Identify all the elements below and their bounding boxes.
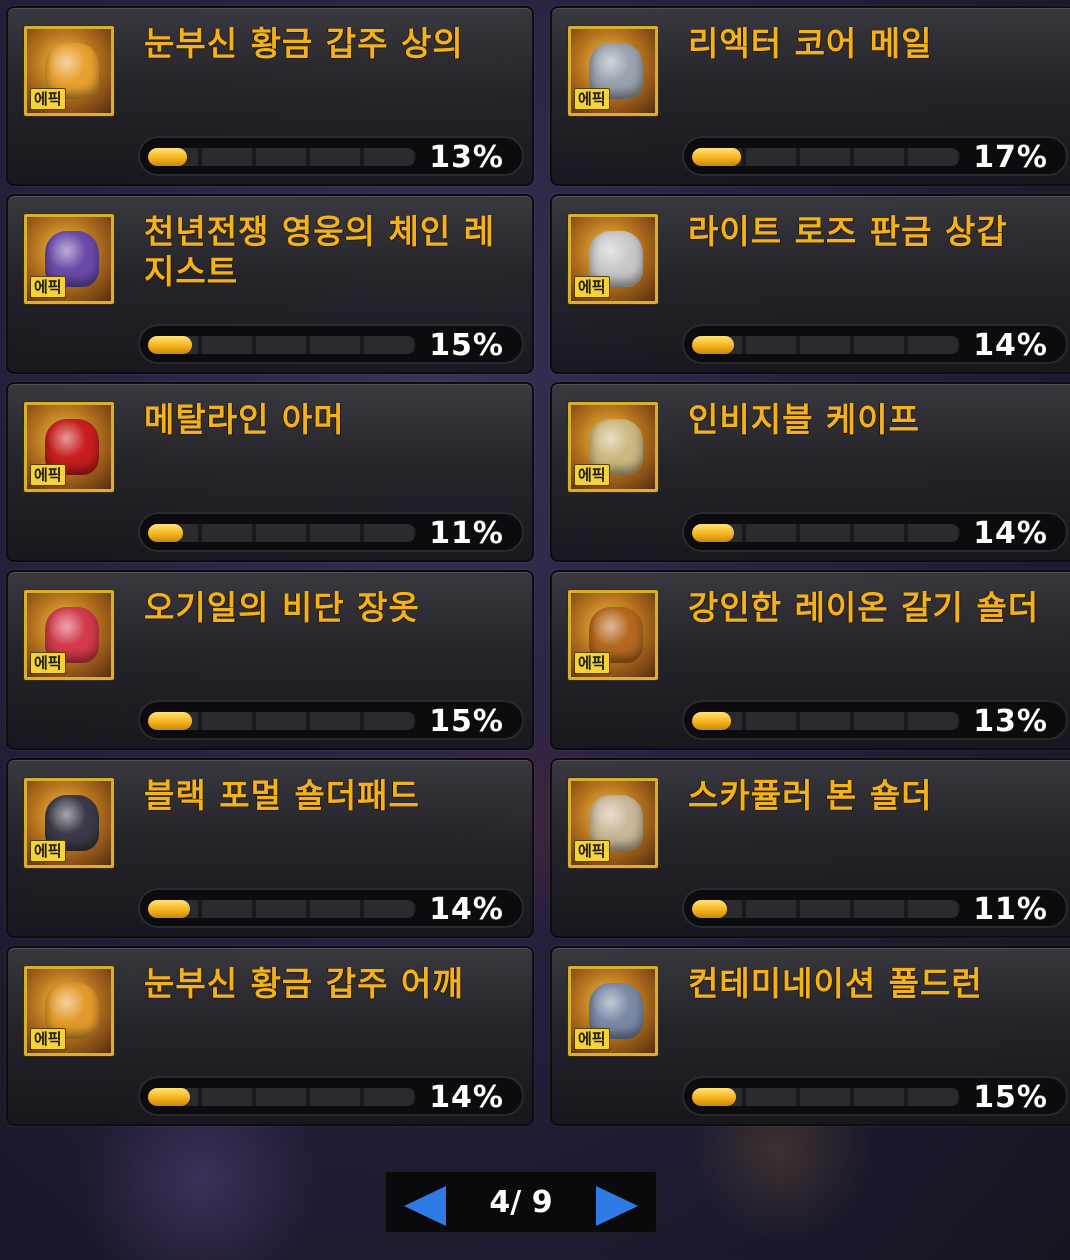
progress-fill	[148, 1088, 190, 1106]
metaline-armor-icon: 에픽	[24, 402, 114, 492]
item-name: 강인한 레이온 갈기 숄더	[688, 588, 1040, 627]
rarity-badge: 에픽	[574, 464, 610, 486]
page-indicator: 4/ 9	[489, 1185, 553, 1220]
progress-bar: 15%	[682, 1076, 1068, 1116]
progress-bar: 17%	[682, 136, 1068, 176]
silk-robe-icon: 에픽	[24, 590, 114, 680]
progress-fill	[692, 900, 727, 918]
mane-shoulder-icon: 에픽	[568, 590, 658, 680]
progress-bar: 11%	[138, 512, 524, 552]
item-name: 스카퓰러 본 숄더	[688, 776, 933, 815]
item-card[interactable]: 에픽 인비지블 케이프 14%	[550, 382, 1070, 562]
progress-fill	[692, 148, 741, 166]
golden-armor-shoulder-icon: 에픽	[24, 966, 114, 1056]
light-rose-plate-icon: 에픽	[568, 214, 658, 304]
item-name: 라이트 로즈 판금 상갑	[688, 212, 1008, 251]
rarity-badge: 에픽	[30, 464, 66, 486]
rarity-badge: 에픽	[30, 1028, 66, 1050]
rarity-badge: 에픽	[30, 88, 66, 110]
rarity-badge: 에픽	[574, 840, 610, 862]
chain-regist-icon: 에픽	[24, 214, 114, 304]
item-card[interactable]: 에픽 리엑터 코어 메일 17%	[550, 6, 1070, 186]
item-grid: 에픽 눈부신 황금 갑주 상의 13% 에픽 리엑터 코어 메일 17% 에픽 천년전쟁 영웅…	[0, 0, 1070, 1130]
progress-bar: 14%	[682, 324, 1068, 364]
progress-fill	[148, 900, 190, 918]
item-card[interactable]: 에픽 오기일의 비단 장옷 15%	[6, 570, 534, 750]
progress-fill	[692, 712, 731, 730]
rarity-badge: 에픽	[574, 1028, 610, 1050]
rarity-badge: 에픽	[30, 840, 66, 862]
reactor-core-mail-icon: 에픽	[568, 26, 658, 116]
progress-percent: 14%	[973, 516, 1048, 551]
progress-percent: 11%	[973, 892, 1048, 927]
progress-percent: 13%	[429, 140, 504, 175]
item-card[interactable]: 에픽 눈부신 황금 갑주 어깨 14%	[6, 946, 534, 1126]
rarity-badge: 에픽	[30, 276, 66, 298]
item-name: 오기일의 비단 장옷	[144, 588, 420, 627]
invisible-cape-icon: 에픽	[568, 402, 658, 492]
progress-fill	[148, 712, 192, 730]
progress-bar: 13%	[138, 136, 524, 176]
progress-percent: 14%	[429, 892, 504, 927]
progress-percent: 15%	[429, 328, 504, 363]
progress-bar: 14%	[682, 512, 1068, 552]
progress-percent: 11%	[429, 516, 504, 551]
progress-bar: 14%	[138, 888, 524, 928]
item-name: 눈부신 황금 갑주 상의	[144, 24, 464, 63]
progress-fill	[692, 524, 734, 542]
progress-fill	[148, 148, 187, 166]
progress-bar: 14%	[138, 1076, 524, 1116]
item-name: 블랙 포멀 숄더패드	[144, 776, 420, 815]
progress-bar: 15%	[138, 700, 524, 740]
item-card[interactable]: 에픽 강인한 레이온 갈기 숄더 13%	[550, 570, 1070, 750]
progress-percent: 15%	[429, 704, 504, 739]
progress-fill	[692, 336, 734, 354]
item-card[interactable]: 에픽 컨테미네이션 폴드런 15%	[550, 946, 1070, 1126]
pauldron-icon: 에픽	[568, 966, 658, 1056]
black-shoulder-pad-icon: 에픽	[24, 778, 114, 868]
item-name: 컨테미네이션 폴드런	[688, 964, 983, 1003]
progress-percent: 15%	[973, 1080, 1048, 1115]
item-card[interactable]: 에픽 천년전쟁 영웅의 체인 레지스트 15%	[6, 194, 534, 374]
item-name: 눈부신 황금 갑주 어깨	[144, 964, 464, 1003]
item-card[interactable]: 에픽 눈부신 황금 갑주 상의 13%	[6, 6, 534, 186]
item-name: 인비지블 케이프	[688, 400, 921, 439]
golden-armor-top-icon: 에픽	[24, 26, 114, 116]
progress-percent: 13%	[973, 704, 1048, 739]
rarity-badge: 에픽	[574, 652, 610, 674]
pagination: 4/ 9	[384, 1170, 658, 1234]
bone-shoulder-icon: 에픽	[568, 778, 658, 868]
rarity-badge: 에픽	[574, 88, 610, 110]
progress-fill	[148, 336, 192, 354]
progress-percent: 14%	[429, 1080, 504, 1115]
arrow-right-icon[interactable]	[596, 1186, 638, 1226]
item-card[interactable]: 에픽 스카퓰러 본 숄더 11%	[550, 758, 1070, 938]
item-card[interactable]: 에픽 메탈라인 아머 11%	[6, 382, 534, 562]
item-card[interactable]: 에픽 블랙 포멀 숄더패드 14%	[6, 758, 534, 938]
progress-bar: 11%	[682, 888, 1068, 928]
item-name: 천년전쟁 영웅의 체인 레지스트	[144, 212, 496, 291]
item-name: 메탈라인 아머	[144, 400, 345, 439]
item-name: 리엑터 코어 메일	[688, 24, 933, 63]
arrow-left-icon[interactable]	[404, 1186, 446, 1226]
progress-percent: 14%	[973, 328, 1048, 363]
rarity-badge: 에픽	[574, 276, 610, 298]
progress-fill	[148, 524, 183, 542]
item-card[interactable]: 에픽 라이트 로즈 판금 상갑 14%	[550, 194, 1070, 374]
rarity-badge: 에픽	[30, 652, 66, 674]
progress-fill	[692, 1088, 736, 1106]
progress-bar: 15%	[138, 324, 524, 364]
progress-bar: 13%	[682, 700, 1068, 740]
progress-percent: 17%	[973, 140, 1048, 175]
